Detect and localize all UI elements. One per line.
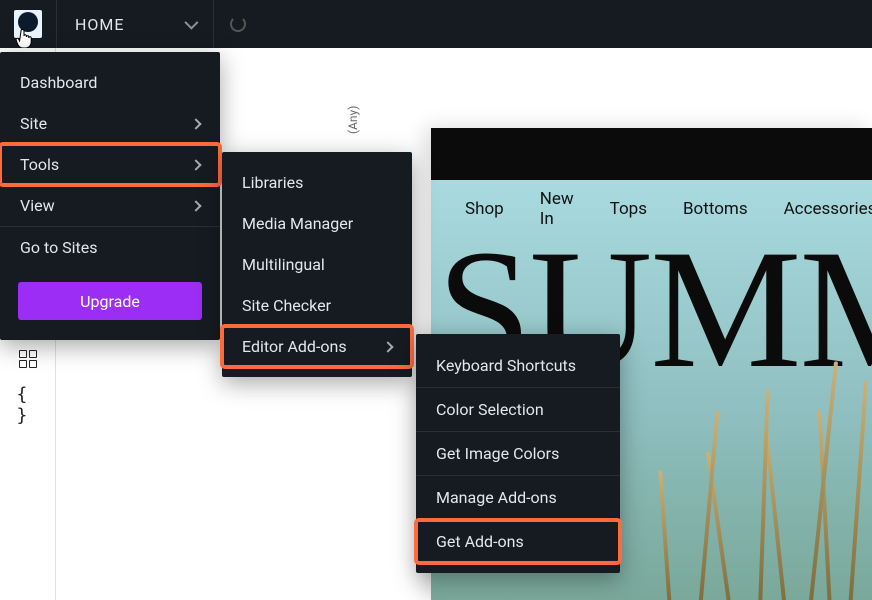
addons-item-manage-addons[interactable]: Manage Add-ons — [416, 476, 620, 520]
addons-item-get-image-colors[interactable]: Get Image Colors — [416, 432, 620, 476]
menu-item-label: Get Image Colors — [436, 444, 559, 463]
menu-item-site[interactable]: Site — [0, 103, 220, 144]
menu-item-label: Site Checker — [242, 296, 331, 315]
chevron-down-icon — [184, 16, 198, 30]
grid-icon[interactable] — [17, 348, 39, 370]
menu-item-label: Libraries — [242, 173, 303, 192]
submenu-item-media-manager[interactable]: Media Manager — [222, 203, 412, 244]
upgrade-button[interactable]: Upgrade — [18, 282, 202, 320]
spinner-icon — [230, 16, 246, 32]
addons-item-get-addons[interactable]: Get Add-ons — [416, 520, 620, 563]
menu-item-tools[interactable]: Tools — [0, 144, 220, 185]
chevron-right-icon — [190, 200, 201, 211]
addons-item-keyboard-shortcuts[interactable]: Keyboard Shortcuts — [416, 344, 620, 388]
chevron-right-icon — [190, 118, 201, 129]
menu-item-label: Media Manager — [242, 214, 353, 233]
loading-indicator — [214, 0, 262, 48]
addons-submenu: Keyboard Shortcuts Color Selection Get I… — [416, 334, 620, 573]
code-braces-icon[interactable]: { } — [17, 394, 39, 416]
tools-submenu: Libraries Media Manager Multilingual Sit… — [222, 152, 412, 377]
menu-item-label: Manage Add-ons — [436, 488, 557, 507]
menu-item-label: View — [20, 196, 55, 215]
menu-item-label: Dashboard — [20, 73, 97, 92]
top-bar: HOME — [0, 0, 872, 48]
breakpoint-label: (Any) — [346, 106, 360, 134]
menu-item-label: Go to Sites — [20, 238, 98, 257]
menu-item-view[interactable]: View — [0, 185, 220, 226]
menu-item-label: Keyboard Shortcuts — [436, 356, 576, 375]
submenu-item-site-checker[interactable]: Site Checker — [222, 285, 412, 326]
menu-item-label: Tools — [20, 155, 59, 174]
home-label: HOME — [75, 15, 124, 34]
menu-item-dashboard[interactable]: Dashboard — [0, 62, 220, 103]
menu-item-label: Site — [20, 114, 47, 133]
menu-item-go-to-sites[interactable]: Go to Sites — [0, 226, 220, 268]
menu-item-label: Multilingual — [242, 255, 325, 274]
submenu-item-editor-addons[interactable]: Editor Add-ons — [222, 326, 412, 367]
site-header-stripe — [431, 128, 872, 180]
logo-icon — [14, 10, 42, 38]
menu-item-label: Color Selection — [436, 400, 544, 419]
chevron-right-icon — [190, 159, 201, 170]
menu-item-label: Editor Add-ons — [242, 337, 347, 356]
submenu-item-multilingual[interactable]: Multilingual — [222, 244, 412, 285]
addons-item-color-selection[interactable]: Color Selection — [416, 388, 620, 432]
menu-item-label: Get Add-ons — [436, 532, 524, 551]
logo-cell[interactable] — [0, 0, 56, 48]
home-dropdown[interactable]: HOME — [56, 0, 214, 48]
chevron-right-icon — [382, 341, 393, 352]
submenu-item-libraries[interactable]: Libraries — [222, 162, 412, 203]
upgrade-label: Upgrade — [80, 292, 140, 311]
main-menu: Dashboard Site Tools View Go to Sites Up… — [0, 52, 220, 340]
